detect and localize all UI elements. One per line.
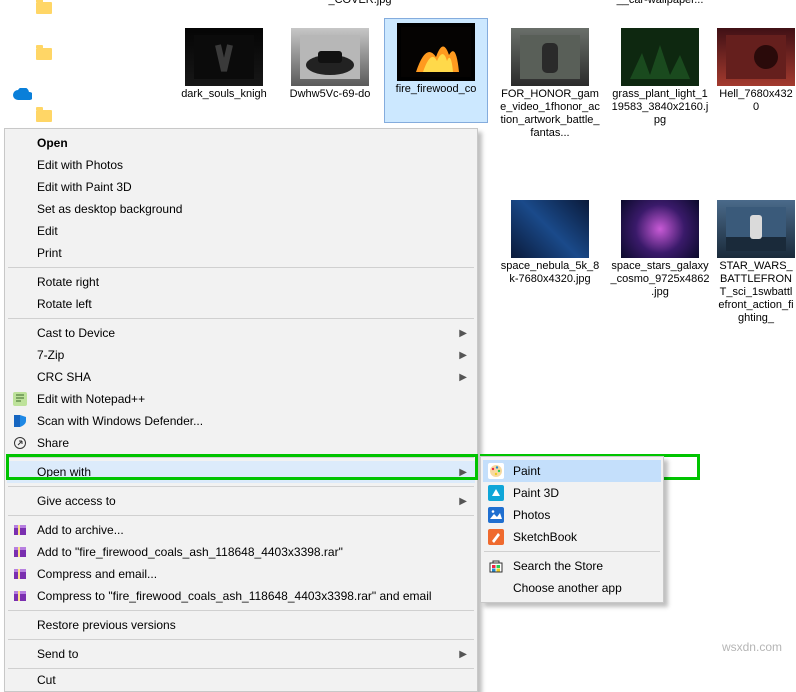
file-name: space_nebula_5k_8k-7680x4320.jpg bbox=[498, 260, 602, 286]
tree-folder-icon[interactable] bbox=[36, 110, 52, 124]
menu-add-to-archive[interactable]: Add to archive... bbox=[7, 519, 475, 541]
shield-icon bbox=[12, 413, 28, 429]
photos-icon bbox=[488, 507, 504, 523]
menu-share[interactable]: Share bbox=[7, 432, 475, 454]
archive-icon bbox=[12, 588, 28, 604]
menu-edit-with-photos[interactable]: Edit with Photos bbox=[7, 154, 475, 176]
file-name: STAR_WARS_BATTLEFRONT_sci_1swbattlefront… bbox=[716, 260, 796, 325]
context-menu: Open Edit with Photos Edit with Paint 3D… bbox=[4, 128, 478, 692]
archive-icon bbox=[12, 544, 28, 560]
sketchbook-icon bbox=[488, 529, 504, 545]
chevron-right-icon: ▶ bbox=[459, 649, 467, 660]
image-icon bbox=[726, 35, 786, 79]
thumbnail bbox=[397, 23, 475, 81]
menu-separator bbox=[8, 610, 474, 611]
menu-compress-to-rar-and-email[interactable]: Compress to "fire_firewood_coals_ash_118… bbox=[7, 585, 475, 607]
archive-icon bbox=[12, 566, 28, 582]
thumbnail bbox=[621, 28, 699, 86]
submenu-paint3d[interactable]: Paint 3D bbox=[483, 482, 661, 504]
file-name: dark_souls_knigh bbox=[172, 88, 276, 101]
menu-rotate-left[interactable]: Rotate left bbox=[7, 293, 475, 315]
file-item[interactable]: dark_souls_knigh bbox=[172, 28, 276, 101]
chevron-right-icon: ▶ bbox=[459, 328, 467, 339]
file-item[interactable]: space_stars_galaxy_cosmo_9725x4862.jpg bbox=[608, 200, 712, 299]
menu-separator bbox=[484, 551, 660, 552]
menu-add-to-rar[interactable]: Add to "fire_firewood_coals_ash_118648_4… bbox=[7, 541, 475, 563]
store-icon bbox=[488, 558, 504, 574]
chevron-right-icon: ▶ bbox=[459, 496, 467, 507]
menu-open-with[interactable]: Open with▶ bbox=[7, 461, 475, 483]
file-item[interactable]: FOR_HONOR_game_video_1fhonor_action_artw… bbox=[498, 28, 602, 140]
paint-icon bbox=[488, 463, 504, 479]
menu-separator bbox=[8, 486, 474, 487]
submenu-search-store[interactable]: Search the Store bbox=[483, 555, 661, 577]
file-name: Dwhw5Vc-69-do bbox=[278, 88, 382, 101]
file-item[interactable]: Dwhw5Vc-69-do bbox=[278, 28, 382, 101]
thumbnail bbox=[511, 28, 589, 86]
menu-7zip[interactable]: 7-Zip▶ bbox=[7, 344, 475, 366]
submenu-choose-another-app[interactable]: Choose another app bbox=[483, 577, 661, 599]
menu-open[interactable]: Open bbox=[7, 132, 475, 154]
image-icon bbox=[194, 35, 254, 79]
paint3d-icon bbox=[488, 485, 504, 501]
thumbnail bbox=[717, 28, 795, 86]
menu-restore-previous-versions[interactable]: Restore previous versions bbox=[7, 614, 475, 636]
onedrive-cloud-icon[interactable] bbox=[12, 88, 28, 102]
file-item[interactable]: space_nebula_5k_8k-7680x4320.jpg bbox=[498, 200, 602, 286]
file-name: fire_firewood_co bbox=[389, 83, 483, 96]
menu-cut[interactable]: Cut bbox=[7, 672, 475, 688]
file-name: FOR_HONOR_game_video_1fhonor_action_artw… bbox=[498, 88, 602, 140]
file-item-selected[interactable]: fire_firewood_co bbox=[384, 18, 488, 123]
submenu-sketchbook[interactable]: SketchBook bbox=[483, 526, 661, 548]
file-name-truncated: __car-wallpaper... bbox=[600, 0, 720, 6]
menu-rotate-right[interactable]: Rotate right bbox=[7, 271, 475, 293]
file-name: Hell_7680x4320 bbox=[716, 88, 796, 114]
thumbnail bbox=[717, 200, 795, 258]
file-item[interactable]: grass_plant_light_119583_3840x2160.jpg bbox=[608, 28, 712, 127]
submenu-photos[interactable]: Photos bbox=[483, 504, 661, 526]
submenu-paint[interactable]: Paint bbox=[483, 460, 661, 482]
menu-edit-with-notepadpp[interactable]: Edit with Notepad++ bbox=[7, 388, 475, 410]
chevron-right-icon: ▶ bbox=[459, 467, 467, 478]
menu-separator bbox=[8, 318, 474, 319]
share-icon bbox=[12, 435, 28, 451]
menu-separator bbox=[8, 515, 474, 516]
thumbnail bbox=[511, 200, 589, 258]
image-icon bbox=[520, 35, 580, 79]
menu-cast-to-device[interactable]: Cast to Device▶ bbox=[7, 322, 475, 344]
file-item[interactable]: STAR_WARS_BATTLEFRONT_sci_1swbattlefront… bbox=[716, 200, 796, 325]
thumbnail bbox=[291, 28, 369, 86]
menu-separator bbox=[8, 639, 474, 640]
file-name: space_stars_galaxy_cosmo_9725x4862.jpg bbox=[608, 260, 712, 299]
image-icon bbox=[726, 207, 786, 251]
menu-crc-sha[interactable]: CRC SHA▶ bbox=[7, 366, 475, 388]
menu-give-access-to[interactable]: Give access to▶ bbox=[7, 490, 475, 512]
openwith-submenu: Paint Paint 3D Photos SketchBook Search … bbox=[480, 456, 664, 603]
menu-edit-with-paint3d[interactable]: Edit with Paint 3D bbox=[7, 176, 475, 198]
menu-set-desktop-background[interactable]: Set as desktop background bbox=[7, 198, 475, 220]
menu-separator bbox=[8, 457, 474, 458]
thumbnail bbox=[185, 28, 263, 86]
image-icon bbox=[401, 27, 471, 77]
file-name-truncated: _COVER.jpg bbox=[290, 0, 430, 6]
menu-separator bbox=[8, 668, 474, 669]
file-name: grass_plant_light_119583_3840x2160.jpg bbox=[608, 88, 712, 127]
image-icon bbox=[630, 35, 690, 79]
menu-print[interactable]: Print bbox=[7, 242, 475, 264]
archive-icon bbox=[12, 522, 28, 538]
menu-edit[interactable]: Edit bbox=[7, 220, 475, 242]
notepadpp-icon bbox=[12, 391, 28, 407]
chevron-right-icon: ▶ bbox=[459, 350, 467, 361]
menu-compress-and-email[interactable]: Compress and email... bbox=[7, 563, 475, 585]
menu-scan-defender[interactable]: Scan with Windows Defender... bbox=[7, 410, 475, 432]
tree-folder-icon[interactable] bbox=[36, 48, 52, 62]
watermark-site: wsxdn.com bbox=[722, 640, 782, 654]
tree-folder-icon[interactable] bbox=[36, 2, 52, 16]
thumbnail bbox=[621, 200, 699, 258]
file-item[interactable]: Hell_7680x4320 bbox=[716, 28, 796, 114]
chevron-right-icon: ▶ bbox=[459, 372, 467, 383]
image-icon bbox=[300, 35, 360, 79]
menu-separator bbox=[8, 267, 474, 268]
